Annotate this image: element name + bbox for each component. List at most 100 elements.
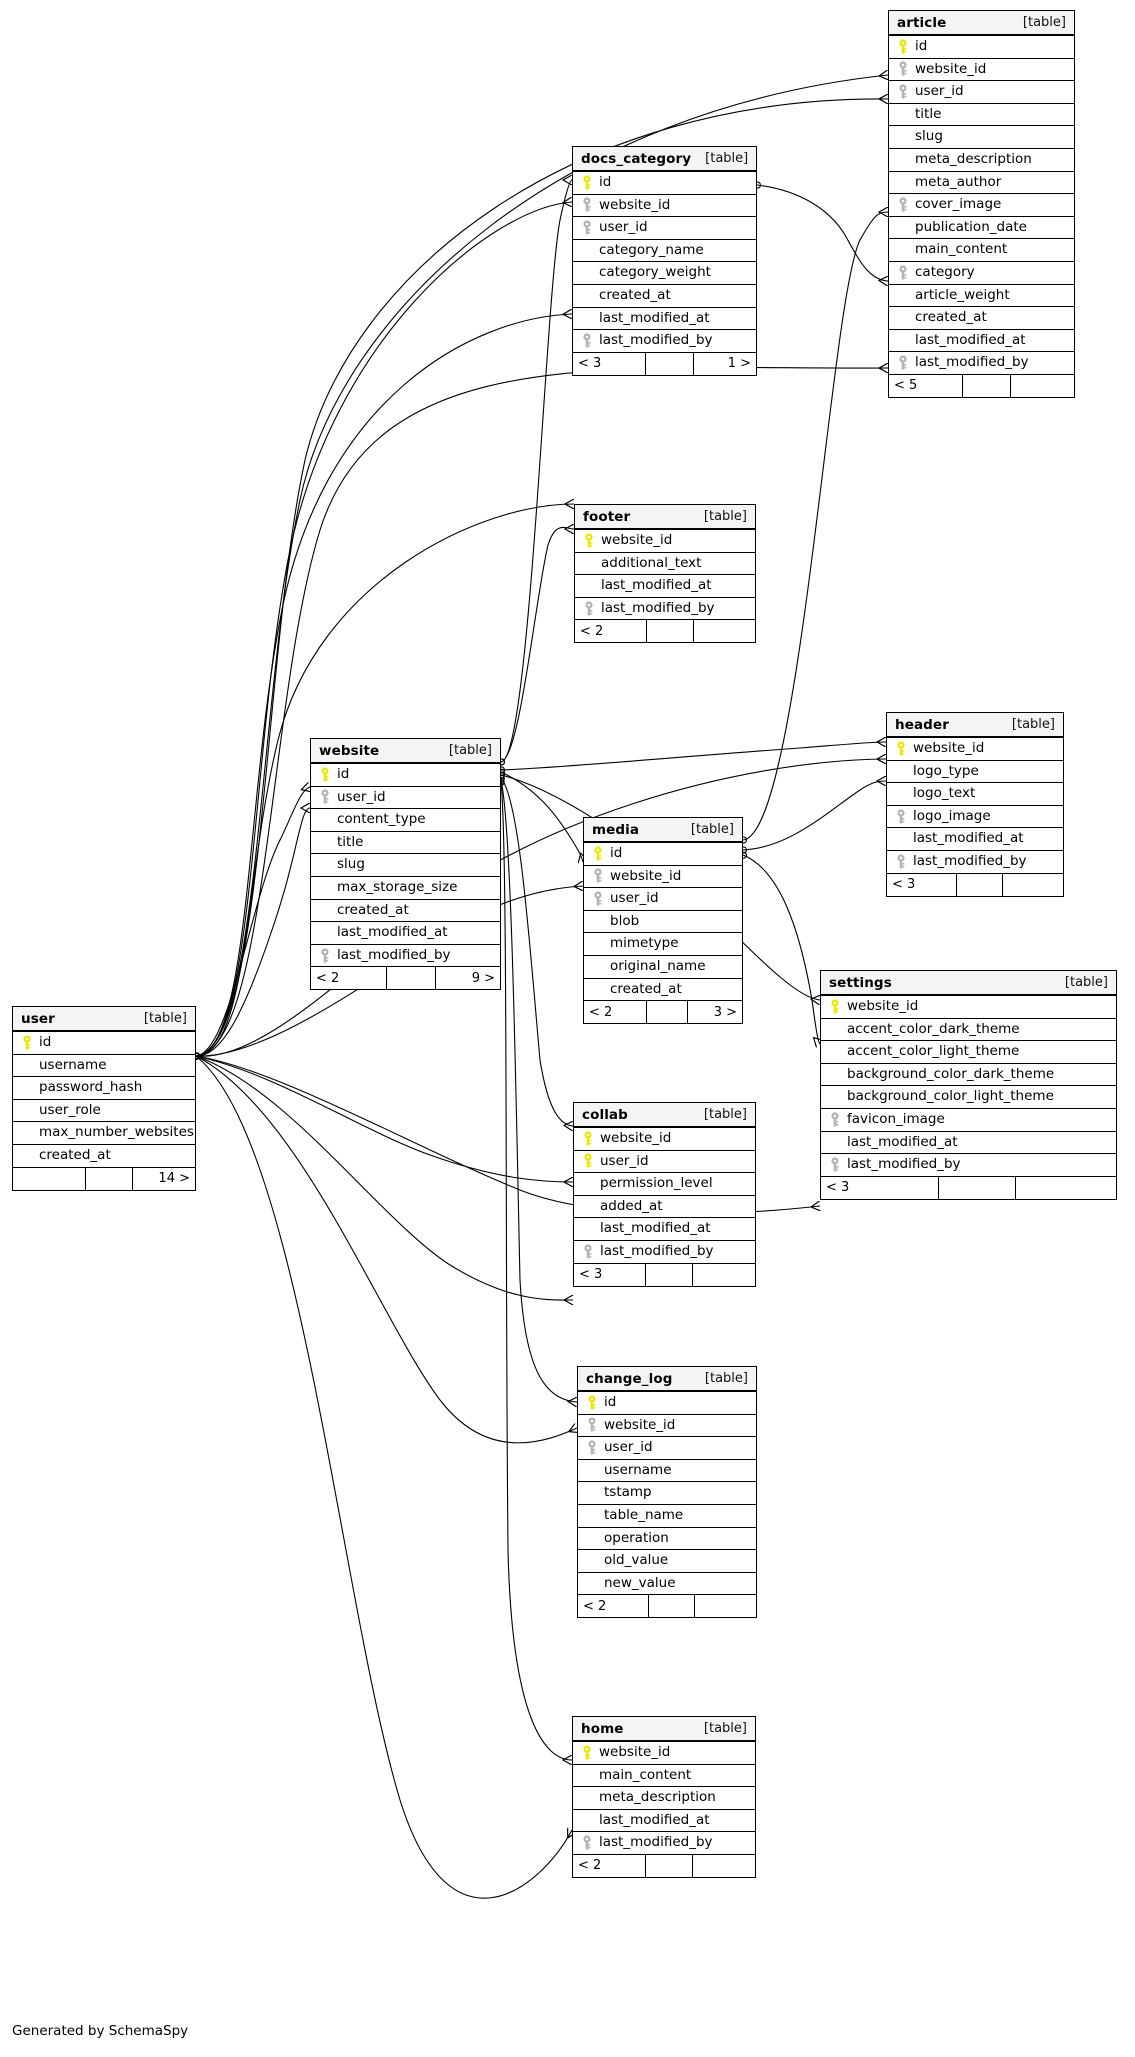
column-row[interactable]: last_modified_at	[573, 1809, 755, 1833]
column-row[interactable]: logo_type	[887, 760, 1063, 784]
column-row[interactable]: table_name	[578, 1504, 756, 1528]
table-media[interactable]: media [table] id website_id user_id blob mimet…	[583, 817, 743, 1025]
column-row[interactable]: user_id	[584, 888, 742, 911]
footer-cell-right[interactable]: 3 >	[688, 1001, 742, 1023]
column-row[interactable]: last_modified_at	[573, 307, 756, 331]
column-row[interactable]: website_id	[573, 1742, 755, 1765]
column-row[interactable]: id	[573, 172, 756, 195]
column-row[interactable]: last_modified_at	[887, 828, 1063, 851]
column-row[interactable]: logo_text	[887, 783, 1063, 806]
column-row[interactable]: accent_color_light_theme	[821, 1041, 1116, 1064]
column-row[interactable]: title	[311, 831, 500, 855]
column-row[interactable]: created_at	[311, 899, 500, 923]
column-row[interactable]: last_modified_at	[311, 922, 500, 945]
column-row[interactable]: original_name	[584, 955, 742, 979]
column-row[interactable]: website_id	[821, 996, 1116, 1019]
footer-cell-right[interactable]: 1 >	[694, 353, 756, 375]
column-row[interactable]: operation	[578, 1527, 756, 1551]
column-row[interactable]: slug	[311, 854, 500, 877]
column-row[interactable]: last_modified_at	[575, 575, 755, 598]
column-row[interactable]: tstamp	[578, 1482, 756, 1505]
column-row[interactable]: user_role	[13, 1099, 195, 1123]
column-row[interactable]: title	[889, 103, 1074, 127]
column-row[interactable]: last_modified_at	[889, 329, 1074, 353]
column-row[interactable]: created_at	[584, 978, 742, 1002]
table-docs_category[interactable]: docs_category [table] id website_id user_id c…	[572, 146, 757, 376]
column-row[interactable]: new_value	[578, 1572, 756, 1596]
footer-cell-right[interactable]	[693, 1264, 755, 1286]
footer-cell-left[interactable]: < 3	[821, 1176, 939, 1199]
footer-cell-left[interactable]: < 3	[887, 873, 958, 896]
column-row[interactable]: additional_text	[575, 552, 755, 576]
column-row[interactable]: last_modified_by	[573, 330, 756, 353]
column-row[interactable]: user_id	[311, 786, 500, 810]
table-article[interactable]: article [table] id website_id user_id title sl…	[888, 10, 1075, 398]
footer-cell-left[interactable]: < 2	[584, 1001, 648, 1024]
column-row[interactable]: user_id	[889, 81, 1074, 104]
column-row[interactable]: article_weight	[889, 284, 1074, 308]
column-row[interactable]: last_modified_by	[821, 1154, 1116, 1177]
column-row[interactable]: created_at	[889, 307, 1074, 330]
column-row[interactable]: id	[889, 36, 1074, 59]
column-row[interactable]: publication_date	[889, 216, 1074, 240]
column-row[interactable]: website_id	[584, 865, 742, 889]
column-row[interactable]: category	[889, 261, 1074, 285]
table-settings[interactable]: settings [table] website_id accent_color_da…	[820, 970, 1117, 1200]
table-website[interactable]: website [table] id user_id content_type title…	[310, 738, 501, 991]
column-row[interactable]: user_id	[574, 1150, 755, 1174]
column-row[interactable]: last_modified_at	[574, 1218, 755, 1241]
footer-cell-right[interactable]	[695, 1595, 756, 1617]
column-row[interactable]: meta_description	[573, 1787, 755, 1810]
column-row[interactable]: category_name	[573, 239, 756, 263]
footer-cell-left[interactable]: < 2	[573, 1854, 646, 1877]
footer-cell-left[interactable]: < 5	[889, 374, 963, 397]
column-row[interactable]: last_modified_at	[821, 1131, 1116, 1155]
column-row[interactable]: last_modified_by	[574, 1240, 755, 1264]
footer-cell-left[interactable]	[13, 1167, 86, 1190]
column-row[interactable]: created_at	[573, 284, 756, 308]
column-row[interactable]: main_content	[573, 1764, 755, 1788]
column-row[interactable]: website_id	[889, 58, 1074, 82]
column-row[interactable]: last_modified_by	[889, 352, 1074, 375]
column-row[interactable]: mimetype	[584, 933, 742, 956]
column-row[interactable]: id	[311, 764, 500, 787]
footer-cell-right[interactable]	[1016, 1177, 1116, 1199]
column-row[interactable]: added_at	[574, 1195, 755, 1219]
table-footer[interactable]: footer [table] website_id additional_text la…	[574, 504, 756, 644]
table-user[interactable]: user [table] id username password_hash user_r…	[12, 1006, 196, 1191]
column-row[interactable]: max_number_websites	[13, 1122, 195, 1145]
footer-cell-left[interactable]: < 2	[311, 967, 387, 990]
footer-cell-left[interactable]: < 2	[575, 620, 647, 643]
footer-cell-left[interactable]: < 2	[578, 1595, 650, 1618]
column-row[interactable]: username	[13, 1054, 195, 1078]
column-row[interactable]: category_weight	[573, 262, 756, 285]
column-row[interactable]: username	[578, 1459, 756, 1483]
column-row[interactable]: meta_description	[889, 148, 1074, 172]
column-row[interactable]: website_id	[887, 738, 1063, 761]
table-header[interactable]: header [table] website_id logo_type logo_tex…	[886, 712, 1064, 897]
column-row[interactable]: id	[584, 843, 742, 866]
column-row[interactable]: background_color_dark_theme	[821, 1063, 1116, 1087]
column-row[interactable]: blob	[584, 910, 742, 934]
column-row[interactable]: last_modified_by	[573, 1832, 755, 1855]
column-row[interactable]: last_modified_by	[311, 944, 500, 968]
footer-cell-left[interactable]: < 3	[574, 1263, 647, 1286]
column-row[interactable]: slug	[889, 126, 1074, 149]
column-row[interactable]: logo_image	[887, 805, 1063, 829]
column-row[interactable]: favicon_image	[821, 1108, 1116, 1132]
table-collab[interactable]: collab [table] website_id user_id permission…	[573, 1102, 756, 1287]
column-row[interactable]: website_id	[578, 1414, 756, 1438]
footer-cell-right[interactable]: 9 >	[436, 967, 500, 989]
column-row[interactable]: accent_color_dark_theme	[821, 1018, 1116, 1042]
column-row[interactable]: last_modified_by	[887, 850, 1063, 874]
column-row[interactable]: old_value	[578, 1550, 756, 1573]
footer-cell-right[interactable]	[1003, 874, 1063, 896]
column-row[interactable]: user_id	[573, 217, 756, 240]
table-home[interactable]: home [table] website_id main_content meta_de…	[572, 1716, 756, 1878]
column-row[interactable]: website_id	[573, 194, 756, 218]
column-row[interactable]: main_content	[889, 239, 1074, 262]
column-row[interactable]: website_id	[574, 1128, 755, 1151]
column-row[interactable]: last_modified_by	[575, 597, 755, 621]
column-row[interactable]: permission_level	[574, 1173, 755, 1196]
footer-cell-right[interactable]	[694, 620, 755, 642]
